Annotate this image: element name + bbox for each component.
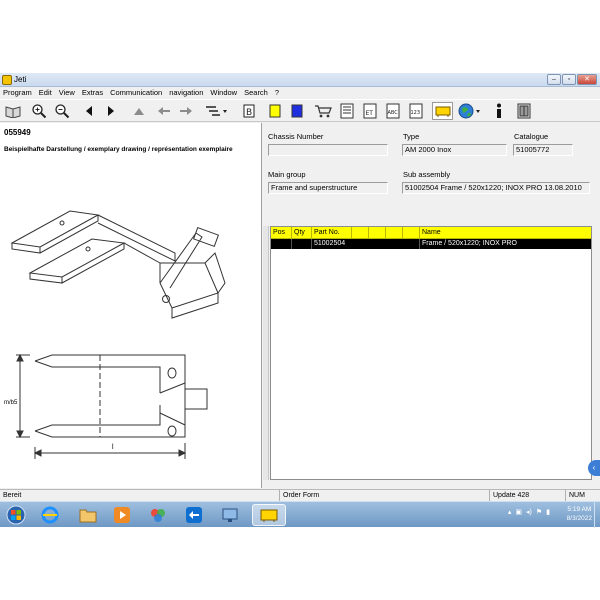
- header-part-no[interactable]: Part No.: [312, 227, 352, 239]
- next-arrow-icon[interactable]: [102, 102, 120, 120]
- chassis-number-label: Chassis Number: [268, 132, 324, 141]
- svg-text:ABC: ABC: [388, 110, 399, 116]
- open-book-icon[interactable]: [3, 102, 23, 120]
- taskbar: ▴ ▣ ◂) ⚑ ▮ 5:19 AM 8/3/2022: [0, 501, 600, 528]
- drawing-part-number: 055949: [4, 128, 31, 137]
- parts-panel: Chassis Number Type AM 2000 Inox Catalog…: [263, 123, 600, 488]
- clock[interactable]: 5:19 AM 8/3/2022: [567, 505, 592, 523]
- app-icon: [2, 75, 12, 85]
- header-qty[interactable]: Qty: [292, 227, 312, 239]
- close-button[interactable]: ✕: [577, 74, 597, 85]
- main-group-field[interactable]: Frame and superstructure: [268, 182, 388, 194]
- exit-door-icon[interactable]: [514, 102, 534, 120]
- vertical-scrollbar[interactable]: [263, 226, 269, 480]
- abc-search-icon[interactable]: ABC: [384, 102, 402, 120]
- jeti-taskbar-button[interactable]: [252, 504, 286, 526]
- type-field[interactable]: AM 2000 Inox: [402, 144, 507, 156]
- dimension-length-label: l: [112, 444, 114, 451]
- status-bar: Bereit Order Form Update 428 NUM: [0, 489, 600, 502]
- menu-help[interactable]: ?: [272, 87, 283, 99]
- header-col-7[interactable]: [403, 227, 420, 239]
- sub-assembly-label: Sub assembly: [403, 170, 451, 179]
- back-arrow-icon[interactable]: [155, 102, 173, 120]
- menu-communication[interactable]: Communication: [107, 87, 166, 99]
- folder-icon[interactable]: [72, 504, 104, 526]
- menu-search[interactable]: Search: [241, 87, 272, 99]
- tray-flag-icon[interactable]: ⚑: [536, 508, 542, 516]
- bookmark-icon[interactable]: B: [240, 102, 258, 120]
- svg-text:123: 123: [411, 110, 421, 116]
- drawing-panel: 055949 Beispielhafte Darstellung / exemp…: [0, 123, 262, 488]
- header-pos[interactable]: Pos: [271, 227, 292, 239]
- desktop: Jeti – ▫ ✕ Program Edit View Extras Comm…: [0, 0, 600, 600]
- catalogue-label: Catalogue: [514, 132, 549, 141]
- header-col-6[interactable]: [386, 227, 403, 239]
- cart-icon[interactable]: [313, 102, 333, 120]
- main-group-label: Main group: [268, 170, 306, 179]
- menu-edit[interactable]: Edit: [36, 87, 56, 99]
- menu-program[interactable]: Program: [0, 87, 36, 99]
- grid-header: Pos Qty Part No. Name: [271, 227, 591, 239]
- toolbar: B ET ABC 123: [0, 99, 600, 122]
- colorful-app-icon[interactable]: [142, 504, 174, 526]
- system-tray[interactable]: ▴ ▣ ◂) ⚑ ▮: [508, 508, 550, 516]
- chassis-number-field[interactable]: [268, 144, 388, 156]
- pallet-truck-drawing[interactable]: [0, 143, 262, 488]
- show-desktop-button[interactable]: [594, 502, 600, 528]
- sub-assembly-field[interactable]: 51002504 Frame / 520x1220; INOX PRO 13.0…: [402, 182, 590, 194]
- zoom-in-icon[interactable]: [29, 102, 49, 120]
- type-label: Type: [403, 132, 420, 141]
- svg-text:B: B: [246, 108, 252, 118]
- clock-date: 8/3/2022: [566, 515, 592, 522]
- yellow-marker-icon[interactable]: [266, 102, 284, 120]
- media-player-icon[interactable]: [106, 504, 138, 526]
- header-col-5[interactable]: [369, 227, 386, 239]
- parts-grid: Pos Qty Part No. Name 51002504 Frame / 5…: [270, 226, 592, 480]
- number-search-icon[interactable]: 123: [407, 102, 425, 120]
- globe-dropdown-icon[interactable]: [456, 102, 484, 120]
- header-col-4[interactable]: [352, 227, 369, 239]
- forward-arrow-icon[interactable]: [177, 102, 195, 120]
- zoom-out-icon[interactable]: [52, 102, 72, 120]
- clock-time: 5:19 AM: [567, 506, 592, 513]
- list-document-icon[interactable]: [338, 102, 356, 120]
- window-title: Jeti: [14, 75, 27, 84]
- tray-volume-icon[interactable]: ◂): [526, 508, 532, 516]
- cell-name: Frame / 520x1220; INOX PRO: [422, 240, 517, 247]
- previous-arrow-icon[interactable]: [80, 102, 98, 120]
- menu-window[interactable]: Window: [207, 87, 241, 99]
- catalogue-field[interactable]: 51005772: [513, 144, 573, 156]
- cell-pos: [271, 239, 292, 249]
- svg-text:ET: ET: [366, 110, 374, 117]
- title-bar[interactable]: Jeti – ▫ ✕: [0, 73, 600, 87]
- minimize-button[interactable]: –: [547, 74, 561, 85]
- tray-signal-icon[interactable]: ▮: [546, 508, 550, 516]
- browser-icon[interactable]: [34, 504, 66, 526]
- menu-extras[interactable]: Extras: [79, 87, 107, 99]
- menu-bar: Program Edit View Extras Communication n…: [0, 87, 600, 99]
- header-name[interactable]: Name: [420, 227, 593, 239]
- info-icon[interactable]: [491, 102, 507, 120]
- remote-desktop-icon[interactable]: [178, 504, 210, 526]
- menu-view[interactable]: View: [56, 87, 79, 99]
- maximize-button[interactable]: ▫: [562, 74, 576, 85]
- tray-network-icon[interactable]: ▣: [515, 508, 522, 516]
- tray-arrow-icon[interactable]: ▴: [508, 508, 512, 516]
- network-app-icon[interactable]: [214, 504, 246, 526]
- cell-part-no: 51002504: [312, 239, 420, 249]
- tree-view-dropdown-icon[interactable]: [203, 102, 231, 120]
- dimension-height-label: m/b5: [4, 400, 18, 406]
- menu-navigation[interactable]: navigation: [166, 87, 207, 99]
- blue-marker-icon[interactable]: [288, 102, 306, 120]
- start-button[interactable]: [0, 504, 32, 526]
- up-arrow-icon[interactable]: [130, 102, 148, 120]
- et-document-icon[interactable]: ET: [361, 102, 379, 120]
- table-row[interactable]: 51002504 Frame / 520x1220; INOX PRO: [271, 239, 591, 249]
- side-expand-tab[interactable]: ‹: [588, 460, 600, 476]
- cell-qty: [292, 239, 312, 249]
- hand-cart-icon[interactable]: [432, 102, 453, 120]
- app-window: Jeti – ▫ ✕ Program Edit View Extras Comm…: [0, 73, 600, 502]
